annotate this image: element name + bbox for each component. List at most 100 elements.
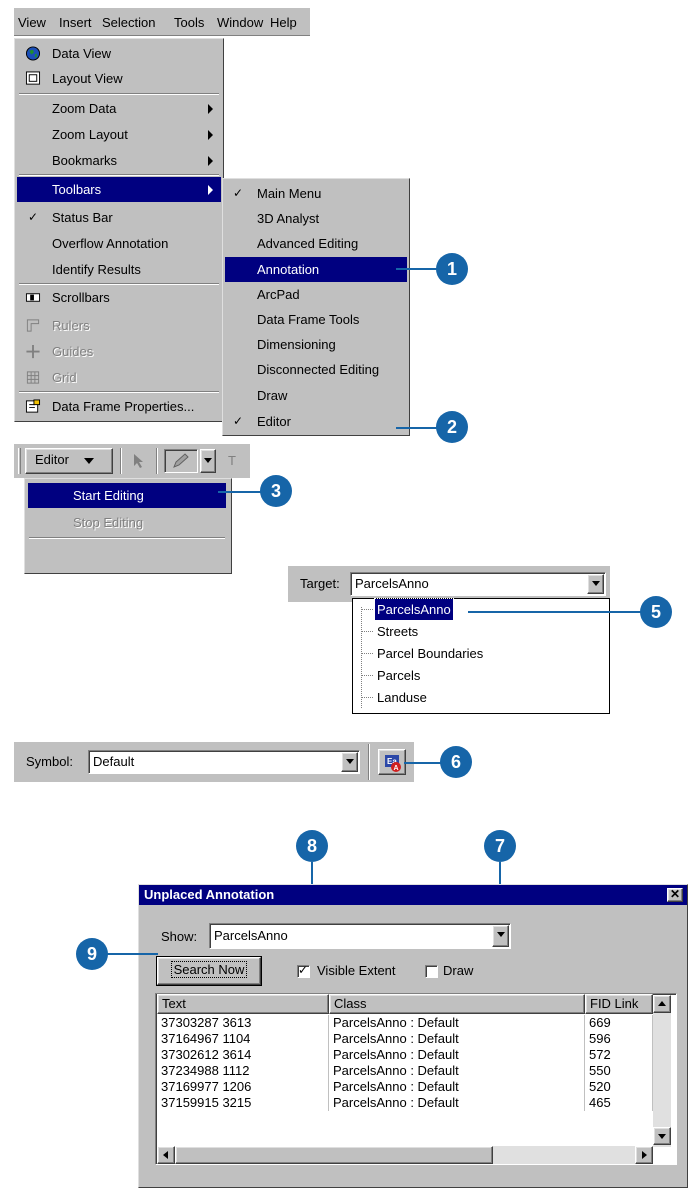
sketch-tool-dropdown[interactable] (200, 449, 216, 473)
menu-item-scrollbars[interactable]: Scrollbars (17, 285, 221, 310)
submenu-item-3d-analyst[interactable]: 3D Analyst (225, 206, 407, 231)
menu-help[interactable]: Help (270, 15, 297, 30)
menu-item-zoom-layout[interactable]: Zoom Layout (17, 122, 221, 147)
table-row[interactable]: 37303287 3613 ParcelsAnno : Default 669 (156, 1015, 653, 1031)
submenu-item-draw[interactable]: Draw (225, 383, 407, 408)
draw-checkbox[interactable] (425, 965, 438, 978)
target-label: Target: (300, 576, 340, 591)
scroll-right-button[interactable] (635, 1146, 653, 1164)
menu-item-label: Stop Editing (73, 515, 144, 530)
editor-toolbar: Editor T (14, 444, 250, 478)
menu-item-grid[interactable]: Grid (17, 365, 221, 390)
table-row[interactable]: 37164967 1104 ParcelsAnno : Default 596 (156, 1031, 653, 1047)
target-option-parcels[interactable]: Parcels (375, 665, 422, 686)
truncated-toolbar-label: T (228, 453, 236, 468)
view-menu: Data View Layout View Zoom Data Zoom Lay… (14, 38, 224, 422)
target-combo[interactable]: ParcelsAnno (350, 572, 606, 596)
symbol-dropdown-button[interactable] (341, 752, 358, 772)
menu-item-identify-results[interactable]: Identify Results (17, 257, 221, 282)
target-option-parcel-boundaries[interactable]: Parcel Boundaries (375, 643, 485, 664)
column-header-fid-link[interactable]: FID Link (585, 994, 653, 1014)
search-now-button[interactable]: Search Now (156, 956, 262, 986)
visible-extent-checkbox[interactable]: ✓ (297, 963, 310, 978)
callout-leader-line (396, 427, 438, 429)
menu-window[interactable]: Window (217, 15, 263, 30)
callout-5: 5 (640, 596, 672, 628)
show-dropdown-button[interactable] (492, 925, 509, 947)
table-row[interactable]: 37169977 1206 ParcelsAnno : Default 520 (156, 1079, 653, 1095)
scroll-down-button[interactable] (653, 1127, 671, 1145)
symbol-label: Symbol: (26, 754, 73, 769)
submenu-item-annotation[interactable]: Annotation (225, 257, 407, 282)
chevron-down-icon (84, 458, 94, 464)
menu-item-guides[interactable]: Guides (17, 339, 221, 364)
table-cell: ParcelsAnno : Default (329, 1079, 585, 1095)
show-combo[interactable]: ParcelsAnno (209, 923, 511, 949)
menu-item-overflow-annotation[interactable]: Overflow Annotation (17, 231, 221, 256)
callout-3: 3 (260, 475, 292, 507)
scroll-thumb[interactable] (175, 1146, 493, 1164)
submenu-item-editor[interactable]: ✓ Editor (225, 409, 407, 434)
menu-separator (19, 391, 219, 393)
menu-item-data-view[interactable]: Data View (17, 41, 221, 66)
scroll-left-button[interactable] (157, 1146, 175, 1164)
column-header-text[interactable]: Text (157, 994, 329, 1014)
guides-icon (26, 344, 40, 359)
unplaced-annotation-button[interactable]: Ea A (378, 749, 406, 775)
submenu-item-data-frame-tools[interactable]: Data Frame Tools (225, 307, 407, 332)
pencil-icon (173, 453, 189, 468)
window-title: Unplaced Annotation (144, 887, 275, 902)
submenu-item-arcpad[interactable]: ArcPad (225, 282, 407, 307)
menu-item-zoom-data[interactable]: Zoom Data (17, 96, 221, 121)
target-option-parcelsanno[interactable]: ParcelsAnno (374, 598, 454, 621)
table-cell: 37302612 3614 (157, 1047, 329, 1063)
menu-item-layout-view[interactable]: Layout View (17, 66, 221, 91)
callout-leader-line (396, 268, 438, 270)
target-option-streets[interactable]: Streets (375, 621, 420, 642)
menu-item-start-editing[interactable]: Start Editing (28, 483, 226, 508)
submenu-item-main-menu[interactable]: ✓ Main Menu (225, 181, 407, 206)
menu-item-rulers[interactable]: Rulers (17, 313, 221, 338)
unplaced-annotation-icon: EaA (385, 755, 401, 772)
table-cell: 596 (585, 1031, 653, 1047)
horizontal-scrollbar[interactable] (157, 1146, 653, 1164)
menu-item-label: Overflow Annotation (52, 236, 169, 251)
menu-selection[interactable]: Selection (102, 15, 155, 30)
window-title-bar: Unplaced Annotation ✕ (139, 885, 687, 905)
submenu-item-label: Annotation (257, 262, 320, 277)
submenu-item-label: Advanced Editing (257, 236, 359, 251)
submenu-item-advanced-editing[interactable]: Advanced Editing (225, 231, 407, 256)
vertical-scrollbar[interactable] (653, 995, 671, 1147)
menu-item-bookmarks[interactable]: Bookmarks (17, 148, 221, 173)
submenu-item-dimensioning[interactable]: Dimensioning (225, 332, 407, 357)
menu-item-status-bar[interactable]: ✓ Status Bar (17, 205, 221, 230)
editor-menu-button[interactable]: Editor (25, 448, 113, 474)
menu-tools[interactable]: Tools (174, 15, 204, 30)
tree-branch (361, 675, 373, 676)
arrow-down-icon (658, 1134, 666, 1139)
svg-text:A: A (394, 765, 399, 772)
scroll-up-button[interactable] (653, 995, 671, 1013)
toolbar-separator (156, 448, 158, 474)
callout-2: 2 (436, 411, 468, 443)
sketch-tool-button[interactable] (164, 449, 198, 473)
symbol-combo[interactable]: Default (88, 750, 360, 774)
close-icon[interactable]: ✕ (667, 888, 683, 902)
target-option-landuse[interactable]: Landuse (375, 687, 429, 708)
submenu-item-disconnected-editing[interactable]: Disconnected Editing (225, 357, 407, 382)
table-row[interactable]: 37302612 3614 ParcelsAnno : Default 572 (156, 1047, 653, 1063)
toolbar-grip (18, 448, 21, 474)
annotation-table: Text Class FID Link 37303287 3613 Parcels… (155, 993, 677, 1165)
menu-item-stop-editing[interactable]: Stop Editing (28, 510, 226, 535)
target-dropdown-button[interactable] (587, 574, 604, 594)
table-row[interactable]: 37159915 3215 ParcelsAnno : Default 465 (156, 1095, 653, 1111)
table-row[interactable]: 37234988 1112 ParcelsAnno : Default 550 (156, 1063, 653, 1079)
menu-insert[interactable]: Insert (59, 15, 92, 30)
menu-item-toolbars[interactable]: Toolbars (17, 177, 221, 202)
arrow-up-icon (658, 1001, 666, 1006)
menu-view[interactable]: View (18, 15, 46, 30)
grid-icon (26, 371, 40, 384)
edit-arrow-icon[interactable] (132, 453, 146, 469)
column-header-class[interactable]: Class (329, 994, 585, 1014)
menu-item-data-frame-properties[interactable]: Data Frame Properties... (17, 394, 221, 419)
